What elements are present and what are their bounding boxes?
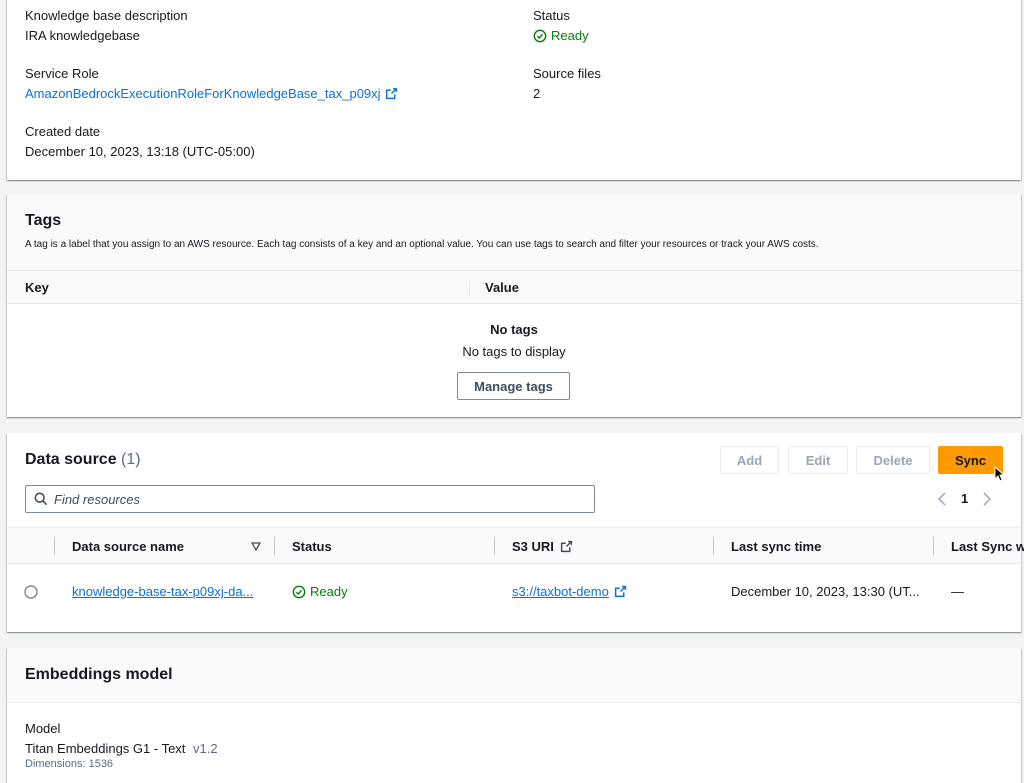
last-sync-warnings-value: — — [951, 584, 964, 599]
delete-button[interactable]: Delete — [856, 446, 930, 474]
service-role-label: Service Role — [25, 66, 99, 81]
page-number[interactable]: 1 — [961, 491, 968, 506]
model-dimensions: Dimensions: 1536 — [25, 758, 114, 770]
col-s3-uri: S3 URI — [512, 539, 573, 554]
chevron-right-icon[interactable] — [982, 491, 992, 506]
status-value: Ready — [551, 28, 589, 43]
column-divider — [469, 279, 470, 295]
search-icon — [34, 492, 48, 506]
created-date-label: Created date — [25, 124, 101, 139]
source-files-label: Source files — [533, 66, 601, 81]
column-divider — [933, 537, 934, 555]
search-input[interactable]: Find resources — [25, 485, 595, 513]
edit-button[interactable]: Edit — [788, 446, 848, 474]
kb-description-label: Knowledge base description — [25, 8, 188, 23]
check-circle-icon — [533, 29, 547, 42]
column-divider — [494, 537, 495, 555]
data-source-heading: Data source (1) — [25, 451, 141, 469]
check-circle-icon — [292, 585, 306, 598]
no-tags-title: No tags — [490, 322, 538, 337]
embeddings-title: Embeddings model — [25, 666, 173, 683]
col-last-sync-warnings: Last Sync wa — [951, 539, 1024, 554]
source-files-value: 2 — [533, 86, 541, 101]
row-status-value: Ready — [310, 584, 348, 599]
kb-description-value: IRA knowledgebase — [25, 28, 140, 43]
model-name: Titan Embeddings G1 - Text — [25, 741, 186, 756]
sort-caret-icon[interactable] — [251, 542, 261, 551]
column-divider — [54, 537, 55, 555]
status-indicator: Ready — [533, 28, 589, 43]
embeddings-header: Embeddings model — [7, 648, 1021, 703]
s3-uri-link[interactable]: s3://taxbot-demo — [512, 584, 627, 599]
col-s3-uri-label: S3 URI — [512, 539, 554, 554]
model-label: Model — [25, 721, 61, 736]
tags-empty-state: No tags No tags to display Manage tags — [7, 304, 1021, 417]
column-divider — [274, 537, 275, 555]
external-link-icon — [614, 585, 626, 598]
external-link-icon — [560, 540, 573, 553]
embeddings-panel: Embeddings model Model Titan Embeddings … — [7, 648, 1021, 783]
col-status: Status — [292, 539, 332, 554]
chevron-left-icon[interactable] — [937, 491, 947, 506]
data-source-panel: Data source (1) Add Edit Delete Sync Fin… — [7, 433, 1024, 632]
no-tags-subtitle: No tags to display — [462, 344, 566, 359]
col-last-sync-time: Last sync time — [731, 539, 822, 554]
external-link-icon — [385, 87, 397, 100]
service-role-value[interactable]: AmazonBedrockExecutionRoleForKnowledgeBa… — [25, 86, 381, 101]
search-placeholder: Find resources — [54, 492, 140, 507]
manage-tags-button[interactable]: Manage tags — [457, 372, 570, 400]
data-source-table-header: Data source name Status S3 URI Last sync… — [7, 527, 1024, 564]
row-status: Ready — [292, 584, 348, 599]
created-date-value: December 10, 2023, 13:18 (UTC-05:00) — [25, 144, 255, 159]
overview-panel: Knowledge base description IRA knowledge… — [7, 0, 1021, 180]
service-role-link[interactable]: AmazonBedrockExecutionRoleForKnowledgeBa… — [25, 86, 398, 101]
s3-uri-value[interactable]: s3://taxbot-demo — [512, 584, 609, 599]
mouse-cursor-icon — [994, 466, 1006, 482]
data-source-title: Data source — [25, 451, 117, 468]
data-source-count: (1) — [121, 451, 141, 468]
table-row[interactable]: knowledge-base-tax-p09xj-da... Ready s3:… — [7, 564, 1021, 621]
data-source-name-link[interactable]: knowledge-base-tax-p09xj-da... — [72, 584, 253, 599]
pagination: 1 — [937, 491, 992, 506]
model-name-row: Titan Embeddings G1 - Text v1.2 — [25, 741, 218, 756]
radio-button[interactable] — [24, 585, 38, 599]
model-version: v1.2 — [193, 741, 218, 756]
last-sync-time-value: December 10, 2023, 13:30 (UT... — [731, 584, 920, 599]
add-button[interactable]: Add — [720, 446, 779, 474]
column-divider — [713, 537, 714, 555]
tags-col-key: Key — [25, 280, 49, 295]
status-label: Status — [533, 8, 570, 23]
tags-title: Tags — [25, 212, 62, 229]
tags-description: A tag is a label that you assign to an A… — [25, 239, 819, 250]
tags-table-header: Key Value — [7, 270, 1021, 304]
tags-panel: Tags A tag is a label that you assign to… — [7, 194, 1021, 417]
col-data-source-name[interactable]: Data source name — [72, 539, 184, 554]
tags-col-value: Value — [485, 280, 519, 295]
